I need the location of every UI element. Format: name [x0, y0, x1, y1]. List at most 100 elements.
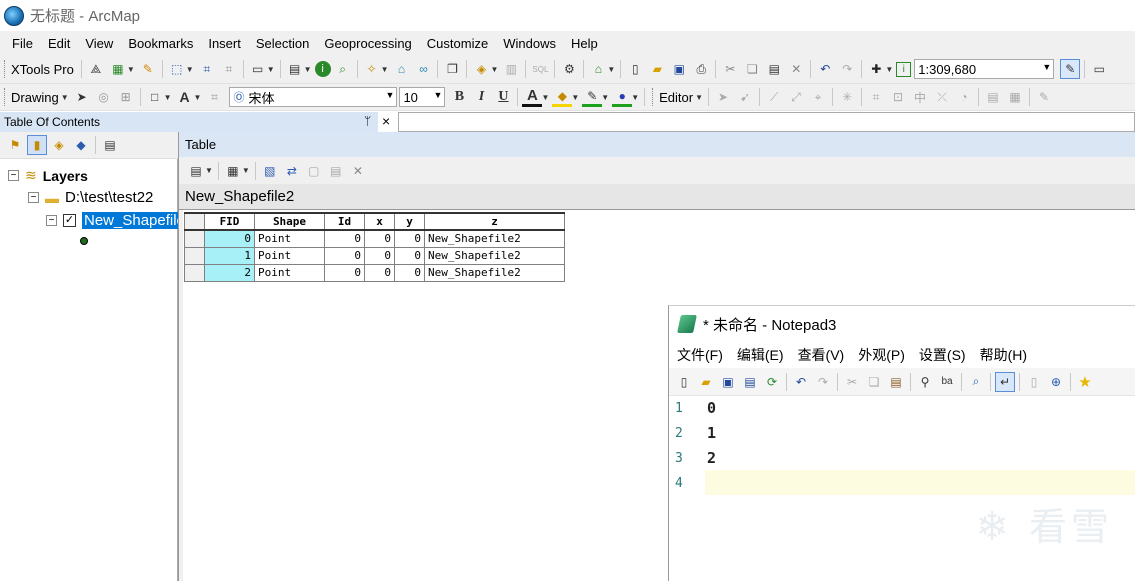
cell-x[interactable]: 0: [365, 264, 395, 281]
menu-file[interactable]: File: [12, 36, 33, 51]
dropdown-arrow-icon[interactable]: ▼: [541, 93, 549, 102]
clipboard-icon[interactable]: ▥: [501, 59, 521, 79]
find-icon[interactable]: ⚲: [915, 372, 935, 392]
cell-fid[interactable]: 2: [205, 264, 255, 281]
undo-icon[interactable]: ↶: [791, 372, 811, 392]
link-icon[interactable]: ∞: [413, 59, 433, 79]
related-tables-icon[interactable]: ▦: [223, 161, 243, 181]
cell-fid[interactable]: 0: [205, 230, 255, 247]
font-color-button[interactable]: A: [522, 87, 542, 107]
word-wrap-icon[interactable]: ↵: [995, 372, 1015, 392]
paste-icon[interactable]: ▤: [764, 59, 784, 79]
pin-icon[interactable]: ᛘ: [364, 114, 371, 128]
marker-color-icon[interactable]: ●: [612, 87, 632, 107]
copy-layer-icon[interactable]: ❐: [442, 59, 462, 79]
column-header-shape[interactable]: Shape: [255, 213, 325, 230]
tag-icon[interactable]: ⌂: [391, 59, 411, 79]
cell-x[interactable]: 0: [365, 230, 395, 247]
replace-icon[interactable]: ba: [937, 372, 957, 392]
bold-button[interactable]: B: [449, 87, 469, 107]
collapse-icon[interactable]: −: [8, 170, 19, 181]
column-header-x[interactable]: x: [365, 213, 395, 230]
cut-polygons-icon[interactable]: ⊡: [888, 87, 908, 107]
cell-z[interactable]: New_Shapefile2: [425, 247, 565, 264]
redo-icon[interactable]: ↷: [837, 59, 857, 79]
cell-id[interactable]: 0: [325, 230, 365, 247]
notepad-menu-help[interactable]: 帮助(H): [980, 345, 1027, 365]
menu-geoprocessing[interactable]: Geoprocessing: [324, 36, 411, 51]
dropdown-arrow-icon[interactable]: ▼: [631, 93, 639, 102]
info-icon[interactable]: i: [315, 61, 331, 77]
delete-icon[interactable]: ✕: [786, 59, 806, 79]
drawing-menu[interactable]: Drawing: [11, 90, 59, 105]
cell-y[interactable]: 0: [395, 264, 425, 281]
trace-icon[interactable]: ⤢: [786, 87, 806, 107]
list-by-source-icon[interactable]: ▮: [27, 135, 47, 155]
xtools-icon[interactable]: ⟁: [86, 59, 106, 79]
italic-button[interactable]: I: [471, 87, 491, 107]
column-header-y[interactable]: y: [395, 213, 425, 230]
notepad-menu-view[interactable]: 查看(V): [798, 345, 845, 365]
rotate-icon[interactable]: ◎: [94, 87, 114, 107]
cell-shape[interactable]: Point: [255, 247, 325, 264]
dropdown-arrow-icon[interactable]: ▼: [242, 166, 250, 175]
dropdown-arrow-icon[interactable]: ▼: [304, 65, 312, 74]
new-file-icon[interactable]: ▯: [674, 372, 694, 392]
view-icon[interactable]: ▯: [1024, 372, 1044, 392]
toolbar-grip[interactable]: [652, 88, 655, 106]
dropdown-arrow-icon[interactable]: ▼: [381, 65, 389, 74]
save-icon[interactable]: ▣: [669, 59, 689, 79]
dropdown-arrow-icon[interactable]: ▼: [127, 65, 135, 74]
dropdown-arrow-icon[interactable]: ▼: [205, 166, 213, 175]
undo-icon[interactable]: ↶: [815, 59, 835, 79]
dropdown-arrow-icon[interactable]: ▼: [267, 65, 275, 74]
overflow-icon[interactable]: ▭: [1089, 59, 1109, 79]
reload-icon[interactable]: ⟳: [762, 372, 782, 392]
find-icon[interactable]: ⌕: [333, 59, 353, 79]
font-name-combo[interactable]: Ⓞ 宋体 ▼: [229, 87, 397, 107]
layout-icon[interactable]: ▤: [285, 59, 305, 79]
zoom-icon[interactable]: ⌕: [966, 372, 986, 392]
list-by-visibility-icon[interactable]: ◈: [49, 135, 69, 155]
chevron-down-icon[interactable]: ▼: [386, 90, 395, 100]
row-selector[interactable]: [185, 230, 205, 247]
clear-selection-icon[interactable]: ▢: [304, 161, 324, 181]
edit-options-icon[interactable]: ✎: [1034, 87, 1054, 107]
menu-selection[interactable]: Selection: [256, 36, 309, 51]
split-icon[interactable]: ✳: [837, 87, 857, 107]
paste-icon[interactable]: ▤: [886, 372, 906, 392]
notepad-menu-appearance[interactable]: 外观(P): [858, 345, 905, 365]
editor-toolbar-icon[interactable]: ✎: [1060, 59, 1080, 79]
straight-segment-icon[interactable]: ⟋: [764, 87, 784, 107]
toolbar-grip[interactable]: [4, 88, 7, 106]
point-icon[interactable]: ⌖: [808, 87, 828, 107]
new-document-icon[interactable]: ▯: [625, 59, 645, 79]
cell-shape[interactable]: Point: [255, 230, 325, 247]
cell-y[interactable]: 0: [395, 247, 425, 264]
editor-menu[interactable]: Editor: [659, 90, 693, 105]
favorites-star-icon[interactable]: ★: [1075, 372, 1095, 392]
cell-shape[interactable]: Point: [255, 264, 325, 281]
table-tools-icon[interactable]: ▦: [108, 59, 128, 79]
table-options-icon[interactable]: ▤: [186, 161, 206, 181]
fill-color-icon[interactable]: ◆: [552, 87, 572, 107]
copy-icon[interactable]: ❏: [742, 59, 762, 79]
menu-windows[interactable]: Windows: [503, 36, 556, 51]
split-tool-icon[interactable]: 中: [910, 87, 930, 107]
create-features-icon[interactable]: ▦: [1005, 87, 1025, 107]
menu-customize[interactable]: Customize: [427, 36, 488, 51]
delete-selected-icon[interactable]: ▤: [326, 161, 346, 181]
add-layer-icon[interactable]: ◈: [471, 59, 491, 79]
identify-icon[interactable]: i: [896, 62, 911, 77]
chevron-down-icon[interactable]: ▼: [434, 90, 443, 100]
layer-label[interactable]: New_Shapefile2: [82, 212, 178, 229]
cell-y[interactable]: 0: [395, 230, 425, 247]
text-line[interactable]: 1: [707, 424, 716, 442]
dropdown-arrow-icon[interactable]: ▼: [194, 93, 202, 102]
cut-icon[interactable]: ✂: [842, 372, 862, 392]
menu-insert[interactable]: Insert: [208, 36, 241, 51]
dropdown-arrow-icon[interactable]: ▼: [571, 93, 579, 102]
tree-node-layers[interactable]: − ≋ Layers: [8, 167, 88, 184]
table-tab[interactable]: New_Shapefile2: [179, 184, 1135, 210]
dropdown-arrow-icon[interactable]: ▼: [61, 93, 69, 102]
